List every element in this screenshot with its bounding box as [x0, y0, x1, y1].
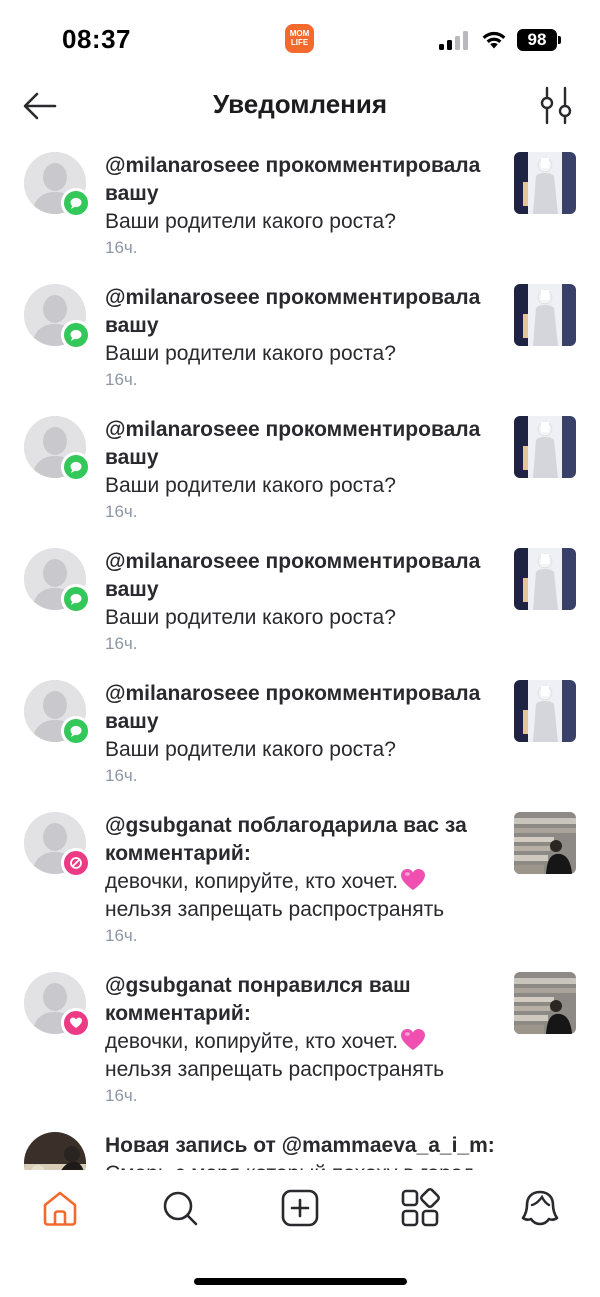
notification-text: @milanaroseee прокомментировала вашу Ваш…: [105, 152, 500, 259]
notification-title: @milanaroseee прокомментировала вашу: [105, 682, 481, 733]
post-thumbnail[interactable]: [514, 972, 576, 1034]
notification-title: @gsubganat поблагодарила вас за коммента…: [105, 814, 467, 865]
notification-text: @milanaroseee прокомментировала вашу Ваш…: [105, 548, 500, 655]
search-icon[interactable]: [160, 1188, 200, 1228]
home-icon[interactable]: [40, 1188, 80, 1228]
notification-text: @milanaroseee прокомментировала вашу Ваш…: [105, 284, 500, 391]
apps-icon[interactable]: [400, 1188, 440, 1228]
status-time: 08:37: [62, 24, 131, 54]
bottom-navigation: [0, 1170, 600, 1250]
notification-time: 16ч.: [105, 766, 138, 785]
notification-body-line: нельзя запрещать распространять: [105, 1058, 445, 1081]
post-thumbnail[interactable]: [514, 416, 576, 478]
pink-heart-emoji-icon: [401, 869, 426, 890]
notification-time: 16ч.: [105, 238, 138, 257]
page-title: Уведомления: [212, 89, 388, 119]
notification-title: @milanaroseee прокомментировала вашу: [105, 550, 481, 601]
notification-text: Новая запись от @mammaeva_a_i_m: Смерь с…: [105, 1132, 500, 1170]
notification-body: Ваши родители какого роста?: [105, 606, 396, 629]
notification-body: Ваши родители какого роста?: [105, 738, 396, 761]
notification-time: 16ч.: [105, 634, 138, 653]
post-thumbnail[interactable]: [514, 680, 576, 742]
notification-text: @milanaroseee прокомментировала вашу Ваш…: [105, 416, 500, 523]
post-thumbnail[interactable]: [514, 284, 576, 346]
header: Уведомления: [0, 80, 600, 138]
post-thumbnail[interactable]: [514, 152, 576, 214]
avatar[interactable]: [24, 1132, 86, 1170]
notification-text: @gsubganat понравился ваш комментарий: д…: [105, 972, 500, 1107]
comment-icon: [61, 584, 91, 614]
notification-body-line: нельзя запрещать распространять: [105, 898, 445, 921]
comment-icon: [61, 452, 91, 482]
status-bar: 08:37 MOM LIFE 98: [0, 0, 600, 80]
notification-body-line: девочки, копируйте, кто хочет.: [105, 1030, 399, 1053]
add-post-icon[interactable]: [280, 1188, 320, 1228]
notification-body-line: девочки, копируйте, кто хочет.: [105, 870, 399, 893]
notification-body: Ваши родители какого роста?: [105, 342, 396, 365]
notification-title: @gsubganat понравился ваш комментарий:: [105, 974, 411, 1025]
post-thumbnail[interactable]: [514, 812, 576, 874]
notification-title: Новая запись от @mammaeva_a_i_m:: [105, 1134, 495, 1157]
thanks-icon: [61, 848, 91, 878]
notifications-list: @milanaroseee прокомментировала вашу Ваш…: [0, 140, 600, 1170]
app-logo-icon: MOM LIFE: [285, 24, 314, 53]
notification-body: Смерь с моря который похоху в город: [105, 1160, 500, 1170]
notification-body: Ваши родители какого роста?: [105, 474, 396, 497]
notification-body: Ваши родители какого роста?: [105, 210, 396, 233]
notification-time: 16ч.: [105, 502, 138, 521]
notification-title: @milanaroseee прокомментировала вашу: [105, 418, 481, 469]
notification-body: девочки, копируйте, кто хочет.: [105, 1028, 500, 1056]
cellular-signal-icon: [439, 31, 469, 50]
pink-heart-emoji-icon: [401, 1029, 426, 1050]
filter-settings-icon[interactable]: [538, 86, 574, 126]
notification-title: @milanaroseee прокомментировала вашу: [105, 154, 481, 205]
home-indicator: [194, 1278, 407, 1285]
notification-title: @milanaroseee прокомментировала вашу: [105, 286, 481, 337]
heart-icon: [61, 1008, 91, 1038]
post-thumbnail[interactable]: [514, 548, 576, 610]
wifi-icon: [482, 31, 506, 49]
battery-indicator: 98: [517, 29, 561, 51]
notification-text: @gsubganat поблагодарила вас за коммента…: [105, 812, 500, 947]
notification-text: @milanaroseee прокомментировала вашу Ваш…: [105, 680, 500, 787]
notification-time: 16ч.: [105, 926, 138, 945]
notification-body: девочки, копируйте, кто хочет.: [105, 868, 500, 896]
comment-icon: [61, 188, 91, 218]
comment-icon: [61, 320, 91, 350]
profile-icon[interactable]: [520, 1188, 560, 1228]
notification-time: 16ч.: [105, 370, 138, 389]
comment-icon: [61, 716, 91, 746]
notification-time: 16ч.: [105, 1086, 138, 1105]
